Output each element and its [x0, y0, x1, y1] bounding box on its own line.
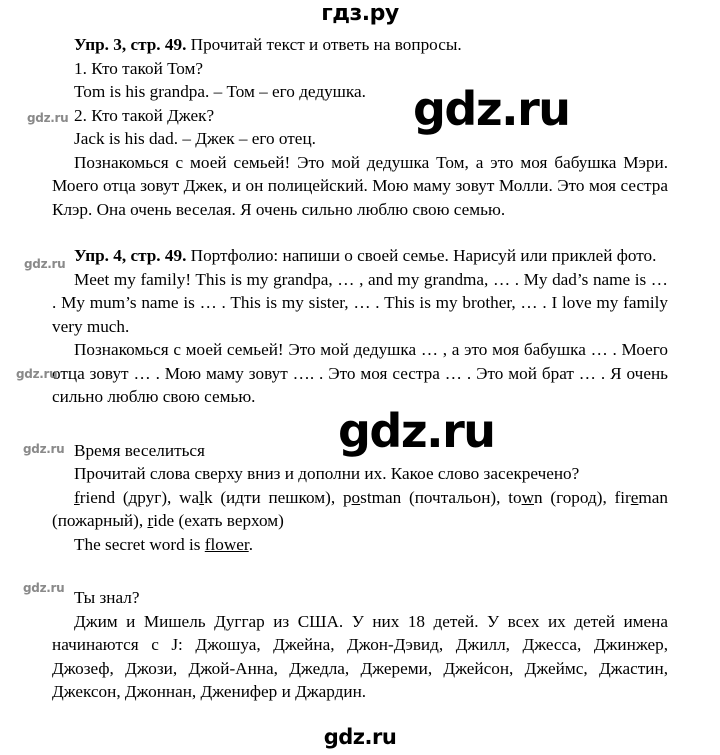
funtime-word-gloss: (ехать верхом)	[174, 511, 284, 530]
exercise-4-text-russian: Познакомься с моей семьей! Это мой дедуш…	[52, 340, 668, 406]
funtime-word-secret-letter: o	[351, 487, 361, 507]
funtime-heading: Время веселиться	[74, 440, 205, 460]
funtime-word-prefix: wa	[179, 487, 200, 507]
exercise-3-prompt: Прочитай текст и ответь на вопросы.	[186, 35, 462, 54]
funtime-word: friend (друг),	[74, 488, 179, 507]
exercise-3-question-2: 2. Кто такой Джек?	[74, 105, 215, 125]
funtime-word-gloss: (идти пешком),	[212, 487, 343, 507]
funtime-word-suffix: riend	[79, 487, 116, 507]
funtime-word: ride (ехать верхом)	[147, 511, 283, 530]
exercise-3-heading: Упр. 3, стр. 49. Прочитай текст и ответь…	[52, 33, 668, 57]
funtime-word: town (город),	[508, 488, 614, 507]
didyouknow-heading: Ты знал?	[74, 588, 140, 607]
exercise-4-text-english: Meet my family! This is my grandpa, … , …	[52, 269, 668, 336]
funtime-word-gloss: (друг),	[115, 487, 180, 507]
funtime-word-suffix: stman	[360, 487, 402, 507]
funtime-word-gloss: (пожарный),	[52, 511, 148, 530]
exercise-4-label: Упр. 4, стр. 49.	[74, 246, 187, 265]
funtime-instruction: Прочитай слова сверху вниз и дополни их.…	[74, 464, 580, 483]
didyouknow-text: Джим и Мишель Дуггар из США. У них 18 де…	[52, 611, 668, 702]
exercise-4-prompt: Портфолио: напиши о своей семье. Нарисуй…	[186, 246, 657, 265]
site-logo-header: гдз.ру	[321, 1, 399, 26]
page-content: Упр. 3, стр. 49. Прочитай текст и ответь…	[52, 33, 668, 704]
funtime-word-gloss: (город),	[542, 487, 615, 507]
funtime-word-suffix: k	[203, 487, 213, 507]
funtime-answer-suffix: .	[248, 534, 253, 554]
site-logo-footer: gdz.ru	[323, 725, 397, 749]
funtime-word-gloss: (почтальон),	[401, 487, 509, 507]
exercise-3-label: Упр. 3, стр. 49.	[74, 35, 187, 54]
funtime-word-prefix: to	[508, 487, 522, 507]
funtime-word-suffix: n	[534, 487, 543, 507]
exercise-3-answer-1: Tom is his grandpa. – Том – его дедушка.	[74, 82, 366, 101]
funtime-word-secret-letter: w	[521, 487, 534, 507]
funtime-secret-word: flower	[204, 534, 249, 554]
exercise-3-question-1: 1. Кто такой Том?	[74, 58, 204, 78]
funtime-word-prefix: fir	[614, 487, 631, 507]
exercise-3-text-russian: Познакомься с моей семьей! Это мой дедуш…	[52, 152, 668, 219]
funtime-word: postman (почтальон),	[343, 488, 508, 507]
funtime-answer: The secret word is flower.	[52, 533, 668, 557]
exercise-4-heading: Упр. 4, стр. 49. Портфолио: напиши о сво…	[52, 244, 668, 268]
exercise-3-answer-2: Jack is his dad. – Джек – его отец.	[74, 129, 316, 148]
funtime-word-suffix: man	[638, 487, 669, 507]
funtime-answer-prefix: The secret word is	[74, 534, 205, 554]
funtime-word-prefix: p	[342, 487, 352, 507]
funtime-word: walk (идти пешком),	[179, 488, 343, 507]
funtime-word-list: friend (друг), walk (идти пешком), postm…	[52, 486, 668, 533]
funtime-word-suffix: ide	[153, 511, 175, 530]
